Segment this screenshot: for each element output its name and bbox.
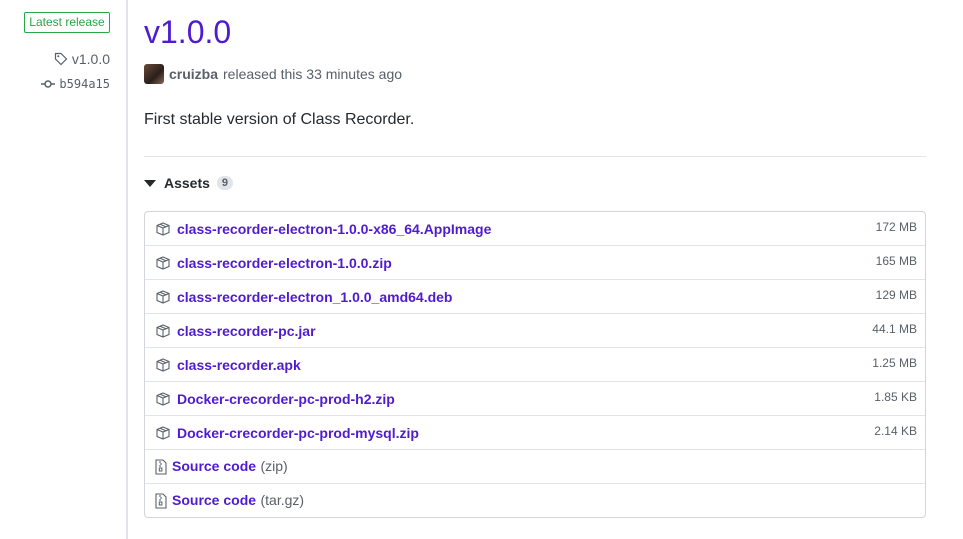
package-icon [155, 289, 171, 305]
asset-size: 172 MB [875, 219, 917, 234]
release-byline: cruizba released this 33 minutes ago [144, 64, 402, 84]
assets-count-badge: 9 [216, 176, 234, 190]
asset-size: 165 MB [875, 253, 917, 268]
package-icon [155, 255, 171, 271]
asset-download-link[interactable]: class-recorder-electron_1.0.0_amd64.deb [177, 289, 452, 305]
release-title[interactable]: v1.0.0 [144, 14, 231, 51]
asset-list: class-recorder-electron-1.0.0-x86_64.App… [144, 211, 926, 518]
asset-download-link[interactable]: Docker-crecorder-pc-prod-mysql.zip [177, 425, 419, 441]
package-icon [155, 323, 171, 339]
package-icon [155, 391, 171, 407]
sidebar-divider [126, 0, 128, 539]
release-description: First stable version of Class Recorder. [144, 111, 415, 128]
asset-row: class-recorder.apk 1.25 MB [145, 347, 925, 381]
package-icon [155, 221, 171, 237]
asset-row: Docker-crecorder-pc-prod-mysql.zip 2.14 … [145, 415, 925, 449]
git-commit-icon [41, 79, 56, 89]
section-divider [144, 156, 926, 157]
asset-size: 1.25 MB [872, 355, 917, 370]
asset-download-link[interactable]: class-recorder-pc.jar [177, 323, 316, 339]
source-code-row: Source code (tar.gz) [145, 483, 925, 517]
commit-sha: b594a15 [59, 77, 110, 91]
source-code-format: (zip) [260, 457, 288, 474]
source-code-targz-link[interactable]: Source code (tar.gz) [172, 492, 304, 510]
release-sidebar: Latest release v1.0.0 b594a15 [0, 0, 126, 539]
source-code-label: Source code [172, 491, 257, 508]
package-icon [155, 357, 171, 373]
asset-size: 129 MB [875, 287, 917, 302]
file-zip-icon [155, 492, 167, 509]
asset-download-link[interactable]: class-recorder-electron-1.0.0-x86_64.App… [177, 221, 491, 237]
source-code-row: Source code (zip) [145, 449, 925, 483]
asset-row: class-recorder-electron_1.0.0_amd64.deb … [145, 279, 925, 313]
asset-download-link[interactable]: class-recorder.apk [177, 357, 301, 373]
commit-link[interactable]: b594a15 [41, 77, 110, 91]
source-code-format: (tar.gz) [260, 491, 305, 508]
assets-label: Assets [164, 175, 210, 191]
asset-row: class-recorder-pc.jar 44.1 MB [145, 313, 925, 347]
avatar[interactable] [144, 64, 164, 84]
asset-download-link[interactable]: class-recorder-electron-1.0.0.zip [177, 255, 392, 271]
file-zip-icon [155, 458, 167, 475]
asset-row: class-recorder-electron-1.0.0.zip 165 MB [145, 245, 925, 279]
tag-icon [54, 52, 68, 66]
asset-row: class-recorder-electron-1.0.0-x86_64.App… [145, 212, 925, 245]
assets-toggle[interactable]: Assets 9 [144, 175, 234, 191]
asset-size: 44.1 MB [872, 321, 917, 336]
source-code-zip-link[interactable]: Source code (zip) [172, 458, 288, 476]
tag-label: v1.0.0 [71, 51, 110, 67]
author-link[interactable]: cruizba [169, 66, 218, 82]
source-code-label: Source code [172, 457, 257, 474]
released-time: released this 33 minutes ago [223, 66, 403, 82]
caret-down-icon [144, 179, 156, 187]
asset-download-link[interactable]: Docker-crecorder-pc-prod-h2.zip [177, 391, 395, 407]
latest-release-badge: Latest release [24, 12, 110, 33]
asset-row: Docker-crecorder-pc-prod-h2.zip 1.85 KB [145, 381, 925, 415]
package-icon [155, 425, 171, 441]
asset-size: 2.14 KB [874, 423, 917, 438]
asset-size: 1.85 KB [874, 389, 917, 404]
tag-link[interactable]: v1.0.0 [54, 51, 110, 67]
